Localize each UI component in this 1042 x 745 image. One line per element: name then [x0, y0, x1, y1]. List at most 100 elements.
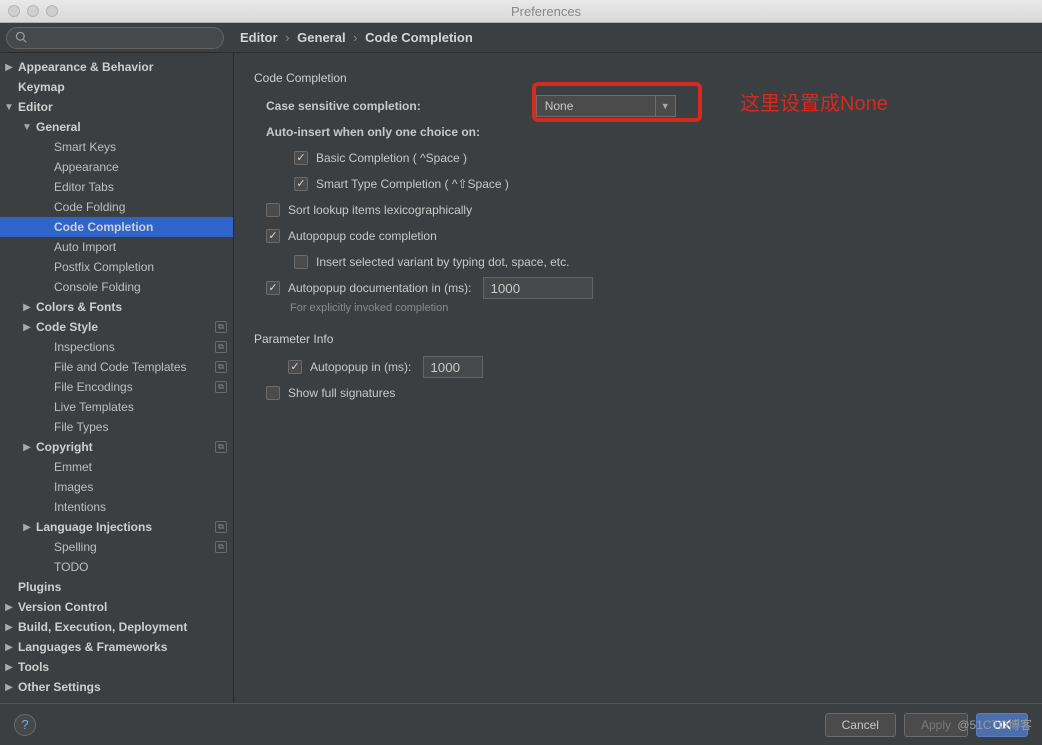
- chevron-down-icon: ▼: [655, 96, 675, 116]
- case-sensitive-select[interactable]: None ▼: [536, 95, 676, 117]
- close-dot[interactable]: [8, 5, 20, 17]
- sidebar-item-copyright[interactable]: ▶Copyright⧉: [0, 437, 233, 457]
- sidebar-item-label: Other Settings: [18, 680, 101, 694]
- breadcrumb: Editor › General › Code Completion: [230, 30, 473, 45]
- sidebar-item-label: Auto Import: [54, 240, 116, 254]
- project-scope-icon: ⧉: [215, 381, 227, 393]
- sidebar-item-keymap[interactable]: Keymap: [0, 77, 233, 97]
- chevron-right-icon: ▶: [4, 622, 14, 633]
- sidebar-item-postfix-completion[interactable]: Postfix Completion: [0, 257, 233, 277]
- section-parameter-info: Parameter Info: [254, 332, 1022, 346]
- sidebar-item-spelling[interactable]: Spelling⧉: [0, 537, 233, 557]
- autopopup-doc-input[interactable]: [483, 277, 593, 299]
- sidebar-item-language-injections[interactable]: ▶ Language Injections ⧉: [0, 517, 233, 537]
- project-scope-icon: ⧉: [215, 321, 227, 333]
- basic-completion-label: Basic Completion ( ^Space ): [316, 151, 467, 165]
- sidebar-item-languages-frameworks[interactable]: ▶Languages & Frameworks: [0, 637, 233, 657]
- sidebar-item-colors-fonts[interactable]: ▶Colors & Fonts: [0, 297, 233, 317]
- dialog-footer: ? Cancel Apply OK: [0, 703, 1042, 745]
- topbar: Editor › General › Code Completion: [0, 23, 1042, 53]
- autopopup-in-label: Autopopup in (ms):: [310, 360, 411, 374]
- apply-button[interactable]: Apply: [904, 713, 968, 737]
- chevron-right-icon: ▶: [22, 522, 32, 533]
- chevron-right-icon: ▶: [22, 302, 32, 313]
- breadcrumb-a[interactable]: Editor: [240, 30, 278, 45]
- chevron-right-icon: ▶: [22, 442, 32, 453]
- sidebar-item-code-folding[interactable]: Code Folding: [0, 197, 233, 217]
- search-input[interactable]: [6, 27, 224, 49]
- sidebar-item-images[interactable]: Images: [0, 477, 233, 497]
- sidebar-item-label: Languages & Frameworks: [18, 640, 167, 654]
- project-scope-icon: ⧉: [215, 441, 227, 453]
- show-full-signatures-checkbox[interactable]: [266, 386, 280, 400]
- chevron-right-icon: ▶: [22, 322, 32, 333]
- sidebar-item-live-templates[interactable]: Live Templates: [0, 397, 233, 417]
- autopopup-in-checkbox[interactable]: [288, 360, 302, 374]
- sidebar-item-editor[interactable]: ▼Editor: [0, 97, 233, 117]
- sidebar-item-console-folding[interactable]: Console Folding: [0, 277, 233, 297]
- sidebar-item-label: Code Folding: [54, 200, 125, 214]
- sidebar-item-file-and-code-templates[interactable]: File and Code Templates⧉: [0, 357, 233, 377]
- sidebar-item-label: File Encodings: [54, 380, 133, 394]
- sidebar-item-file-types[interactable]: File Types: [0, 417, 233, 437]
- sidebar-item-file-encodings[interactable]: File Encodings ⧉: [0, 377, 233, 397]
- autopopup-doc-checkbox[interactable]: [266, 281, 280, 295]
- sidebar-item-label: TODO: [54, 560, 88, 574]
- sidebar-item-inspections[interactable]: Inspections⧉: [0, 337, 233, 357]
- smart-type-completion-checkbox[interactable]: [294, 177, 308, 191]
- sidebar-item-label: Tools: [18, 660, 49, 674]
- sidebar-item-build-execution-deployment[interactable]: ▶Build, Execution, Deployment: [0, 617, 233, 637]
- autopopup-doc-helper: For explicitly invoked completion: [290, 302, 1022, 314]
- chevron-right-icon: ▶: [4, 682, 14, 693]
- project-scope-icon: ⧉: [215, 521, 227, 533]
- search-icon: [15, 31, 28, 44]
- sidebar-item-todo[interactable]: TODO: [0, 557, 233, 577]
- sidebar-item-label: Version Control: [18, 600, 107, 614]
- sidebar-item-label: Code Style: [36, 320, 98, 334]
- chevron-down-icon: ▼: [4, 102, 14, 113]
- sidebar-item-tools[interactable]: ▶Tools: [0, 657, 233, 677]
- sidebar-item-auto-import[interactable]: Auto Import: [0, 237, 233, 257]
- case-sensitive-value: None: [545, 99, 574, 113]
- sidebar-item-label: Console Folding: [54, 280, 141, 294]
- autopopup-code-checkbox[interactable]: [266, 229, 280, 243]
- sidebar-item-general[interactable]: ▼General: [0, 117, 233, 137]
- autopopup-doc-label: Autopopup documentation in (ms):: [288, 281, 471, 295]
- autopopup-code-label: Autopopup code completion: [288, 229, 437, 243]
- sidebar-item-label: Code Completion: [54, 220, 153, 234]
- sidebar-item-other-settings[interactable]: ▶ Other Settings: [0, 677, 233, 697]
- sidebar-item-label: Appearance & Behavior: [18, 60, 153, 74]
- preferences-sidebar[interactable]: ▶ Appearance & Behavior Keymap▼Editor▼Gene…: [0, 53, 234, 703]
- sidebar-item-emmet[interactable]: Emmet: [0, 457, 233, 477]
- sidebar-item-intentions[interactable]: Intentions: [0, 497, 233, 517]
- breadcrumb-c: Code Completion: [365, 30, 473, 45]
- sidebar-item-smart-keys[interactable]: Smart Keys: [0, 137, 233, 157]
- sidebar-item-editor-tabs[interactable]: Editor Tabs: [0, 177, 233, 197]
- sidebar-item-appearance[interactable]: Appearance: [0, 157, 233, 177]
- cancel-button[interactable]: Cancel: [825, 713, 896, 737]
- show-full-signatures-label: Show full signatures: [288, 386, 395, 400]
- insert-selected-checkbox[interactable]: [294, 255, 308, 269]
- chevron-right-icon: ▶: [4, 62, 14, 73]
- sidebar-item-version-control[interactable]: ▶ Version Control: [0, 597, 233, 617]
- sidebar-item-plugins[interactable]: Plugins: [0, 577, 233, 597]
- sidebar-item-appearance-behavior[interactable]: ▶ Appearance & Behavior: [0, 57, 233, 77]
- sidebar-item-label: Inspections: [54, 340, 115, 354]
- chevron-down-icon: ▼: [22, 122, 32, 133]
- section-code-completion: Code Completion: [254, 71, 1022, 85]
- sidebar-item-label: Language Injections: [36, 520, 152, 534]
- chevron-right-icon: ▶: [4, 602, 14, 613]
- zoom-dot[interactable]: [46, 5, 58, 17]
- sidebar-item-label: Emmet: [54, 460, 92, 474]
- ok-button[interactable]: OK: [976, 713, 1028, 737]
- sidebar-item-code-completion[interactable]: Code Completion: [0, 217, 233, 237]
- sidebar-item-label: Plugins: [18, 580, 61, 594]
- autopopup-in-input[interactable]: [423, 356, 483, 378]
- window-titlebar: Preferences: [0, 0, 1042, 23]
- sort-lookup-checkbox[interactable]: [266, 203, 280, 217]
- breadcrumb-b[interactable]: General: [297, 30, 345, 45]
- minimize-dot[interactable]: [27, 5, 39, 17]
- help-button[interactable]: ?: [14, 714, 36, 736]
- sidebar-item-code-style[interactable]: ▶ Code Style ⧉: [0, 317, 233, 337]
- basic-completion-checkbox[interactable]: [294, 151, 308, 165]
